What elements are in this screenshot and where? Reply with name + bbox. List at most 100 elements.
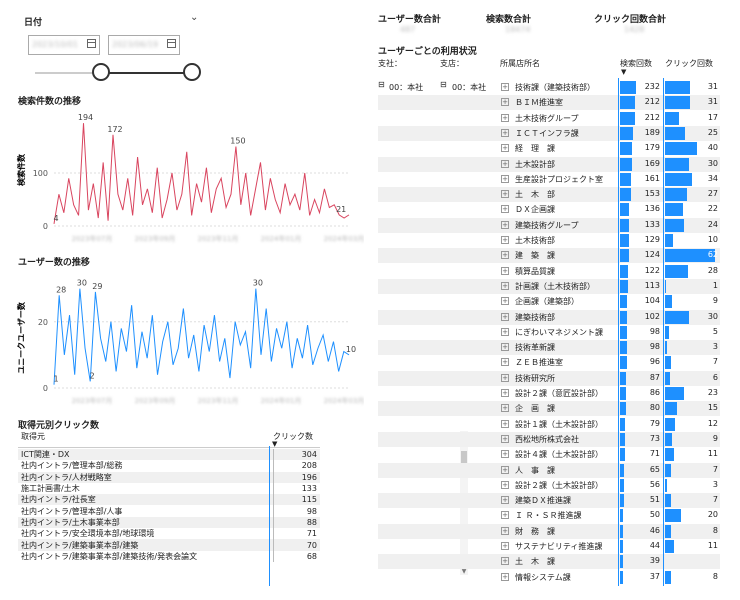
table-row[interactable]: + 積算品質課 122 28 — [378, 264, 720, 279]
expand-icon[interactable]: + — [501, 480, 509, 489]
expand-icon[interactable]: + — [501, 312, 509, 321]
table-row[interactable]: + 情報システム課 37 8 — [378, 570, 720, 585]
table-row[interactable]: + ＤＸ企画課 136 22 — [378, 202, 720, 217]
click-table-clicks-header[interactable]: クリック数 — [273, 431, 313, 442]
dept-name-cell: ＺＥＢ推進室 — [515, 358, 563, 368]
table-row[interactable]: 社内イントラ/建築事業本部/建築技術/発表会論文 68 — [18, 550, 320, 562]
expand-icon[interactable]: + — [501, 144, 509, 153]
table-row[interactable]: 社内イントラ/土木事業本部 88 — [18, 516, 320, 529]
table-row[interactable]: + 技術研究所 87 6 — [378, 370, 720, 386]
table-row[interactable]: + 設計２課（土木設計部） 56 3 — [378, 478, 720, 493]
table-row[interactable]: + 設計１課（土木設計部） 79 12 — [378, 417, 720, 432]
table-row[interactable]: + 技術課（建築技術部） 232 31 — [378, 80, 720, 95]
table-row[interactable]: + サステナビリティ推進課 44 11 — [378, 539, 720, 554]
table-row[interactable]: + ＺＥＢ推進室 96 7 — [378, 355, 720, 370]
search-count-cell: 169 — [644, 158, 660, 168]
table-row[interactable]: + 建築技術グループ 133 24 — [378, 217, 720, 233]
expand-icon[interactable]: + — [501, 389, 509, 397]
expand-icon[interactable]: + — [501, 373, 509, 382]
chevron-down-icon[interactable]: ⌄ — [190, 12, 198, 23]
expand-icon[interactable]: + — [501, 236, 509, 244]
table-row[interactable]: + 土木技術部 129 10 — [378, 233, 720, 248]
table-row[interactable]: + 建築ＤＸ推進課 51 7 — [378, 493, 720, 509]
expand-icon[interactable]: + — [501, 557, 509, 566]
end-date-input[interactable]: 2023/06/19 — [108, 35, 180, 55]
date-range-start-handle[interactable] — [92, 63, 110, 81]
expand-icon[interactable]: + — [501, 434, 509, 443]
expand-icon[interactable]: + — [501, 113, 509, 122]
expand-icon[interactable]: + — [501, 511, 509, 520]
expand-icon[interactable]: + — [501, 297, 509, 306]
dept-name-cell: 建築技術グループ — [515, 220, 579, 230]
table-row[interactable]: + 土木技術グループ 212 17 — [378, 111, 720, 126]
dept-header[interactable]: 所属店所名 — [500, 58, 540, 69]
expand-icon[interactable]: + — [501, 542, 509, 550]
expand-icon[interactable]: + — [501, 465, 509, 474]
expand-icon[interactable]: + — [501, 159, 509, 168]
table-row[interactable]: 施工計画書/土木 133 — [18, 482, 320, 495]
table-row[interactable]: + ＩＣＴインフラ課 189 25 — [378, 125, 720, 141]
table-row[interactable]: + 技術革新課 98 3 — [378, 340, 720, 356]
expand-icon[interactable]: + — [501, 496, 509, 505]
search-count-cell: 189 — [644, 127, 660, 137]
table-row[interactable]: + ＢＩＭ推進室 212 31 — [378, 95, 720, 111]
store-header[interactable]: 支店： — [440, 58, 464, 69]
table-row[interactable]: + 経 理 課 179 40 — [378, 141, 720, 156]
expand-icon[interactable]: + — [501, 404, 509, 413]
table-row[interactable]: + 建築技術部 102 30 — [378, 309, 720, 325]
table-row[interactable]: 社内イントラ/人材戦略室 196 — [18, 471, 320, 483]
expand-icon[interactable]: + — [501, 83, 509, 91]
calendar-icon[interactable] — [87, 39, 96, 48]
table-row[interactable]: + 企 画 課 80 15 — [378, 401, 720, 417]
expand-icon[interactable]: + — [501, 174, 509, 183]
table-row[interactable]: + 財 務 課 46 8 — [378, 523, 720, 539]
table-row[interactable]: + 生産設計プロジェクト室 161 34 — [378, 172, 720, 187]
expand-icon[interactable]: + — [501, 266, 509, 275]
table-row[interactable]: + 土 木 部 153 27 — [378, 187, 720, 203]
table-row[interactable]: + 土木設計部 169 30 — [378, 156, 720, 172]
expand-icon[interactable]: + — [501, 251, 509, 260]
expand-icon[interactable]: + — [501, 450, 509, 459]
table-row[interactable]: + 土 木 課 39 — [378, 554, 720, 570]
table-row[interactable]: + 設計４課（土木設計部） 71 11 — [378, 447, 720, 462]
table-row[interactable]: 社内イントラ/管理本部/人事 98 — [18, 505, 320, 517]
expand-icon[interactable]: + — [501, 128, 509, 137]
expand-icon[interactable]: + — [501, 220, 509, 229]
table-row[interactable]: 社内イントラ/建築事業本部/建築 70 — [18, 539, 320, 551]
start-date-input[interactable]: 2023/10/01 — [28, 35, 100, 55]
expand-icon[interactable]: + — [501, 572, 509, 581]
table-row[interactable]: + 設計２課（意匠設計部） 86 23 — [378, 386, 720, 401]
search-count-cell: 37 — [649, 571, 660, 581]
expand-icon[interactable]: + — [501, 98, 509, 107]
expand-icon[interactable]: + — [501, 343, 509, 352]
expand-icon[interactable]: + — [501, 205, 509, 214]
table-row[interactable]: + 計画課（土木技術部） 113 1 — [378, 278, 720, 294]
search-count-cell: 136 — [644, 204, 660, 214]
expand-icon[interactable]: + — [501, 281, 509, 290]
table-row[interactable]: 社内イントラ/安全環境本部/地球環境 71 — [18, 528, 320, 540]
table-row[interactable]: + Ｉ Ｒ・ＳＲ推進課 50 20 — [378, 508, 720, 523]
table-row[interactable]: 社内イントラ/社長室 115 — [18, 494, 320, 506]
table-row[interactable]: ICT関連・DX 304 — [18, 449, 320, 461]
expand-icon[interactable]: + — [501, 190, 509, 199]
click-count-header[interactable]: クリック回数 — [665, 58, 713, 69]
date-range-end-handle[interactable] — [183, 63, 201, 81]
table-row[interactable]: + 企画課（建築部） 104 9 — [378, 294, 720, 309]
table-row[interactable]: + 西松地所株式会社 73 9 — [378, 431, 720, 447]
table-row[interactable]: + 建 築 課 124 62 — [378, 248, 720, 264]
sort-desc-icon[interactable]: ▼ — [621, 68, 626, 76]
click-table-source-header[interactable]: 取得元 — [21, 431, 45, 442]
expand-icon[interactable]: + — [501, 526, 509, 535]
calendar-icon[interactable] — [167, 39, 176, 48]
table-row[interactable]: 社内イントラ/管理本部/総務 208 — [18, 460, 320, 472]
expand-icon[interactable]: + — [501, 419, 509, 428]
search-count-cell: 50 — [649, 510, 660, 520]
y-tick-label: 0 — [43, 384, 48, 393]
expand-icon[interactable]: + — [501, 358, 509, 367]
expand-icon[interactable]: + — [501, 327, 509, 336]
branch-header[interactable]: 支社： — [378, 58, 402, 69]
x-tick-label: 2023年11月 — [198, 396, 239, 405]
table-row[interactable]: + にぎわいマネジメント課 98 5 — [378, 325, 720, 340]
table-row[interactable]: + 人 事 課 65 7 — [378, 462, 720, 478]
dept-name-cell: 土木技術部 — [515, 236, 555, 245]
